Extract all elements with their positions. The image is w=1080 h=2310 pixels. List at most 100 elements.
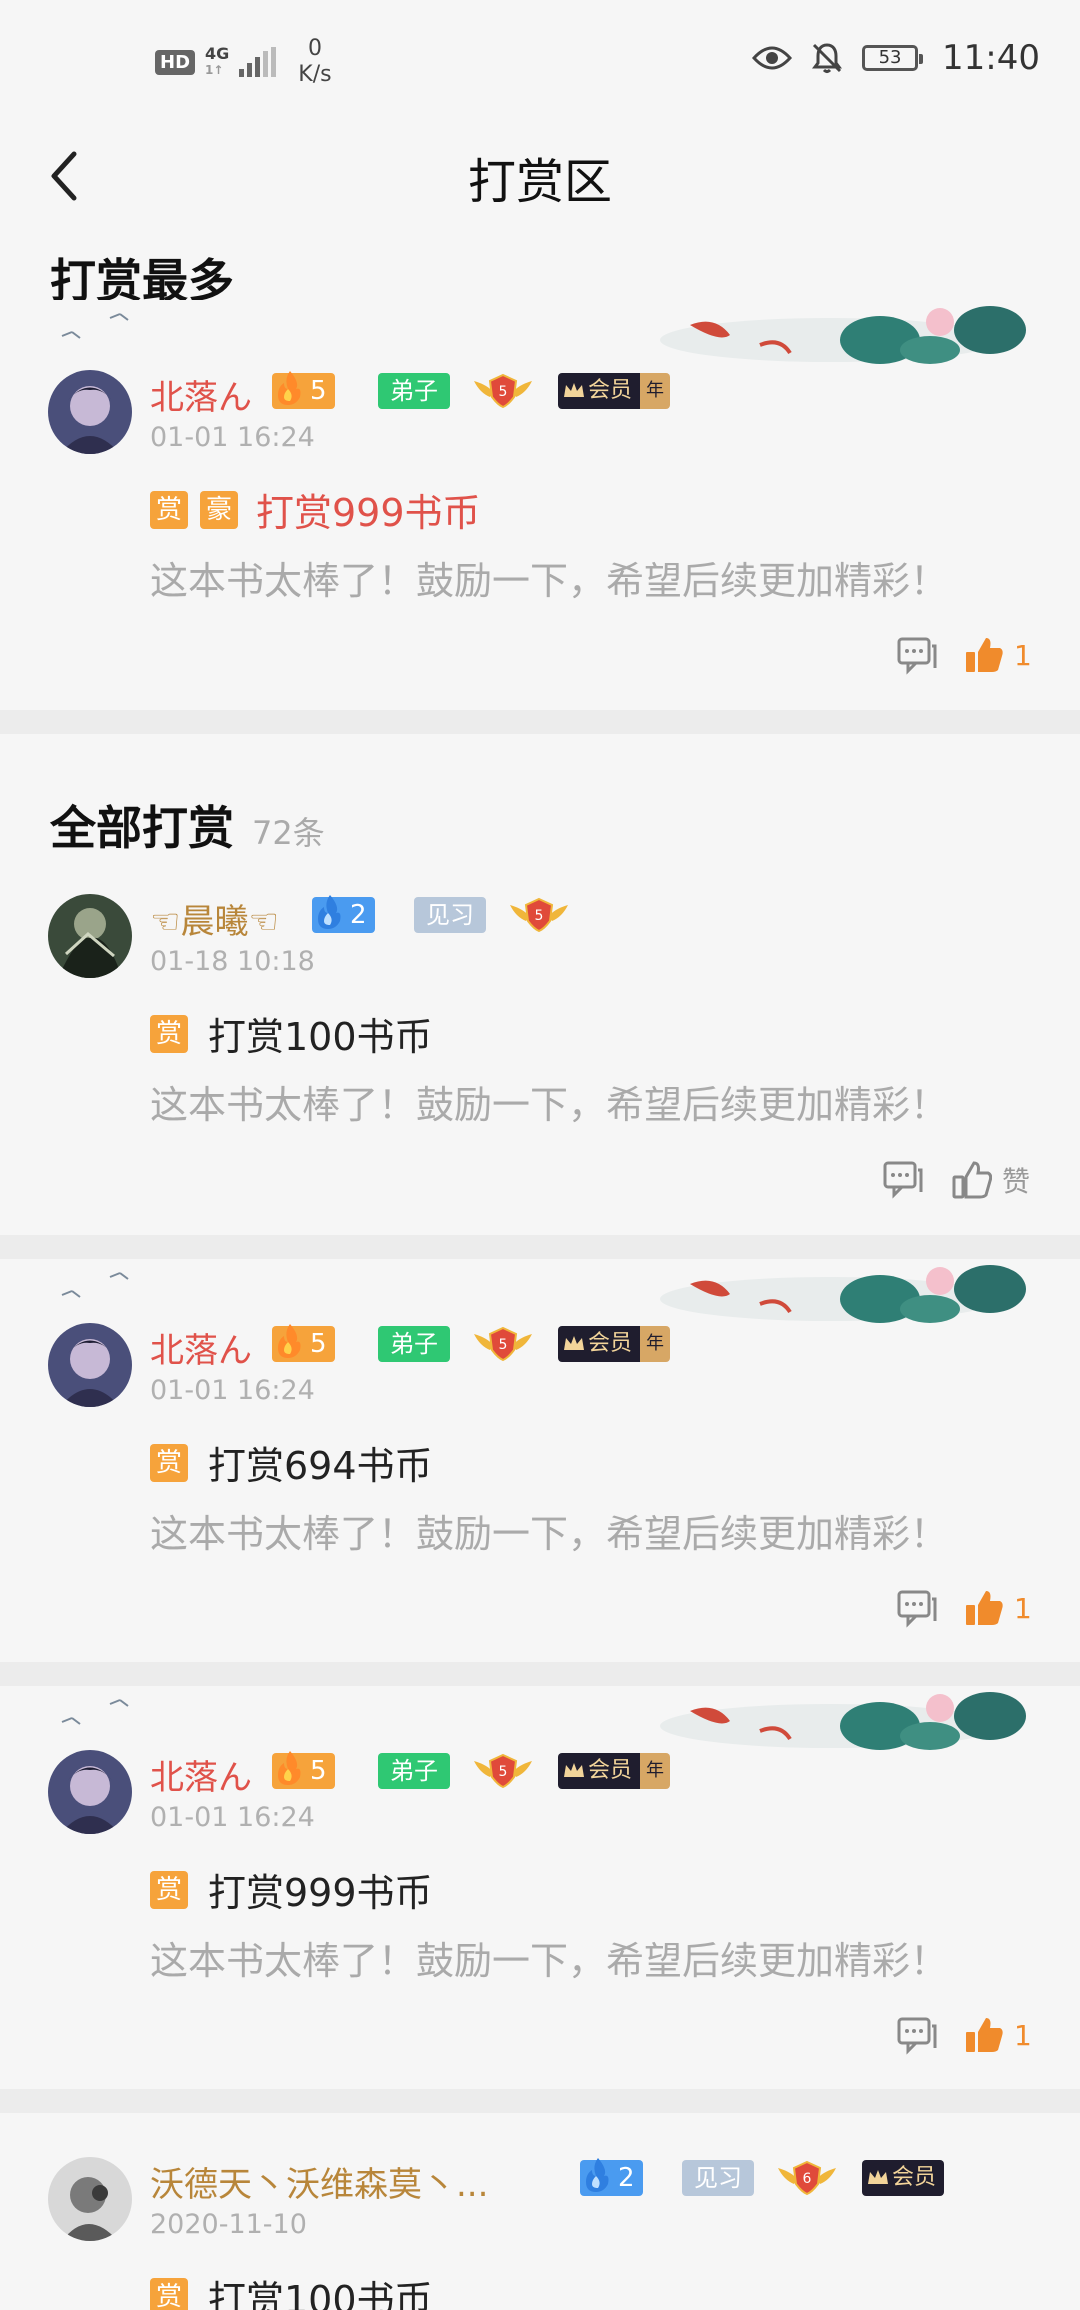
comment-button[interactable]: [896, 2016, 938, 2056]
thumbs-up-icon: [966, 2018, 1003, 2052]
fire-level: 5: [310, 1329, 327, 1359]
network-speed: 0 K/s: [298, 36, 331, 88]
reward-text: 打赏999书币: [208, 1871, 433, 1915]
message-text: 这本书太棒了！鼓励一下，希望后续更加精彩！: [150, 559, 949, 603]
reward-text: 打赏999书币: [256, 491, 481, 535]
status-right: 53 11:40: [752, 38, 1040, 78]
reward-text: 打赏694书币: [208, 1444, 433, 1488]
post-time: 2020-11-10: [150, 2209, 307, 2240]
signal-icon: [239, 47, 277, 77]
like-button[interactable]: 赞: [952, 1160, 1030, 1200]
all-section-count: 72条: [252, 814, 325, 852]
thumbs-up-icon: [966, 638, 1003, 672]
wing-level: 5: [499, 384, 508, 400]
reward-card: 沃德天丶沃维森莫丶... 2 见习 6 会员 2020-11-10 赏 打赏10…: [0, 2113, 1080, 2310]
fire-level: 5: [310, 376, 327, 406]
avatar[interactable]: [48, 1323, 132, 1407]
reward-text: 打赏100书币: [208, 1015, 433, 1059]
username[interactable]: 北落ん: [150, 370, 252, 419]
vip-label: 会员: [892, 2165, 937, 2190]
network-type: 4G 1↑: [205, 46, 229, 78]
comment-button[interactable]: [896, 636, 938, 676]
crown-icon: [564, 1336, 584, 1350]
reward-chip: 赏: [150, 1014, 188, 1053]
vip-badge: 会员 年: [558, 373, 671, 409]
like-button[interactable]: 1: [964, 2016, 1032, 2054]
rank-tag: 弟子: [378, 373, 450, 409]
fire-icon: [278, 1751, 301, 1785]
reward-card: 北落ん 5 弟子 5 会员 年 01-01 16:24 赏 打赏999书币 这本…: [0, 1686, 1080, 2089]
fire-level-badge: 5: [272, 1324, 335, 1362]
hd-badge: HD: [155, 49, 196, 75]
wing-level: 5: [499, 1764, 508, 1780]
like-button[interactable]: 1: [964, 1589, 1032, 1627]
crown-icon: [564, 383, 584, 397]
like-label: 赞: [1002, 1165, 1031, 1198]
rank-tag: 见习: [682, 2160, 754, 2196]
post-time: 01-01 16:24: [150, 422, 315, 453]
comment-icon: [897, 2017, 937, 2055]
fire-level-badge: 2: [580, 2158, 643, 2196]
reward-text: 打赏100书币: [208, 2278, 433, 2310]
reward-line: 赏 豪 打赏999书币: [150, 482, 481, 537]
speed-unit: K/s: [298, 62, 332, 87]
reward-line: 赏 打赏694书币: [150, 1435, 433, 1490]
like-button[interactable]: 1: [964, 636, 1032, 674]
nav-bar: 打赏区: [0, 120, 1080, 230]
post-time: 01-01 16:24: [150, 1802, 315, 1833]
post-time: 01-18 10:18: [150, 946, 315, 977]
reward-chip: 赏: [150, 2277, 188, 2310]
comment-icon: [897, 1590, 937, 1628]
wing-shield-badge: 5: [474, 373, 532, 409]
fire-level: 2: [350, 900, 367, 930]
thumbs-up-outline-icon: [952, 1161, 992, 1199]
avatar[interactable]: [48, 894, 132, 978]
reward-line: 赏 打赏999书币: [150, 1862, 433, 1917]
entry-separator: [0, 1662, 1080, 1686]
vip-main: 会员: [558, 1326, 641, 1362]
wing-shield-badge: 5: [474, 1326, 532, 1362]
vip-label: 会员: [588, 378, 633, 403]
username[interactable]: 北落ん: [150, 1750, 252, 1799]
rank-tag: 弟子: [378, 1326, 450, 1362]
wing-shield-badge: 5: [510, 897, 568, 933]
username[interactable]: ☜晨曦☜: [150, 894, 279, 943]
fire-icon: [278, 371, 301, 405]
vip-main: 会员: [862, 2160, 945, 2196]
username[interactable]: 沃德天丶沃维森莫丶...: [150, 2157, 488, 2206]
status-bar: HD 4G 1↑ 0 K/s 53 11:40: [0, 0, 1080, 120]
vip-year: 年: [640, 373, 671, 409]
avatar[interactable]: [48, 2157, 132, 2241]
vip-main: 会员: [558, 373, 641, 409]
reward-line: 赏 打赏100书币: [150, 1006, 433, 1061]
fire-level: 2: [618, 2163, 635, 2193]
comment-button[interactable]: [882, 1160, 924, 1200]
wing-shield-badge: 5: [474, 1753, 532, 1789]
comment-button[interactable]: [896, 1589, 938, 1629]
wing-shield-badge: 6: [778, 2160, 836, 2196]
message-text: 这本书太棒了！鼓励一下，希望后续更加精彩！: [150, 1512, 949, 1556]
all-section-title: 全部打赏 72条: [50, 792, 325, 858]
network-type-top: 4G: [205, 44, 230, 63]
post-time: 01-01 16:24: [150, 1375, 315, 1406]
avatar[interactable]: [48, 370, 132, 454]
like-count: 1: [1014, 638, 1032, 672]
wing-level: 6: [803, 2171, 812, 2187]
vip-year: 年: [640, 1326, 671, 1362]
battery-icon: 53: [862, 45, 924, 71]
fire-level-badge: 5: [272, 1751, 335, 1789]
username[interactable]: 北落ん: [150, 1323, 252, 1372]
thumbs-up-icon: [966, 1591, 1003, 1625]
message-text: 这本书太棒了！鼓励一下，希望后续更加精彩！: [150, 1939, 949, 1983]
vip-badge: 会员 年: [558, 1753, 671, 1789]
reward-card: ☜晨曦☜ 2 见习 5 01-18 10:18 赏 打赏100书币 这本书太棒了…: [0, 880, 1080, 1235]
comment-icon: [883, 1161, 923, 1199]
clock: 11:40: [942, 38, 1040, 78]
fire-icon: [586, 2158, 609, 2192]
avatar[interactable]: [48, 1750, 132, 1834]
vip-label: 会员: [588, 1758, 633, 1783]
vip-main: 会员: [558, 1753, 641, 1789]
reward-card: 北落ん 5 弟子 5 会员 年 01-01 16:24 赏 打赏694书币 这本…: [0, 1259, 1080, 1662]
fire-level: 5: [310, 1756, 327, 1786]
all-section-title-text: 全部打赏: [50, 801, 234, 855]
